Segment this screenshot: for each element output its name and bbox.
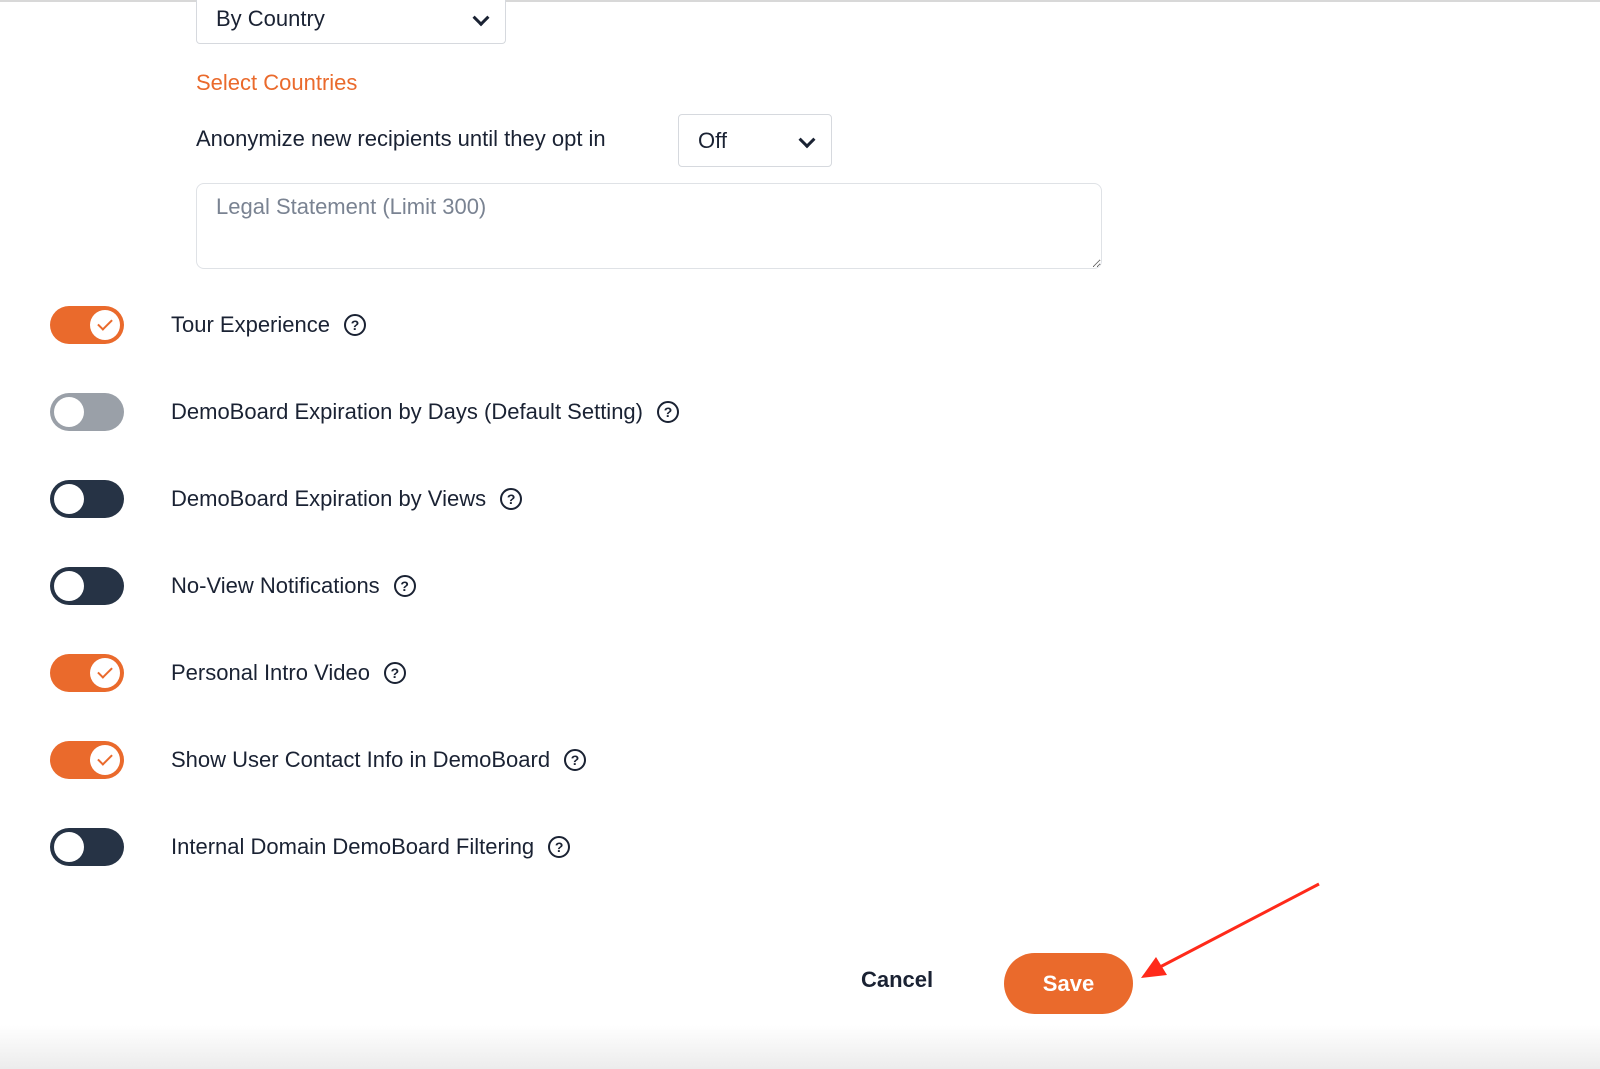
annotation-arrow — [1141, 882, 1320, 978]
bottom-fade — [0, 1025, 1600, 1069]
